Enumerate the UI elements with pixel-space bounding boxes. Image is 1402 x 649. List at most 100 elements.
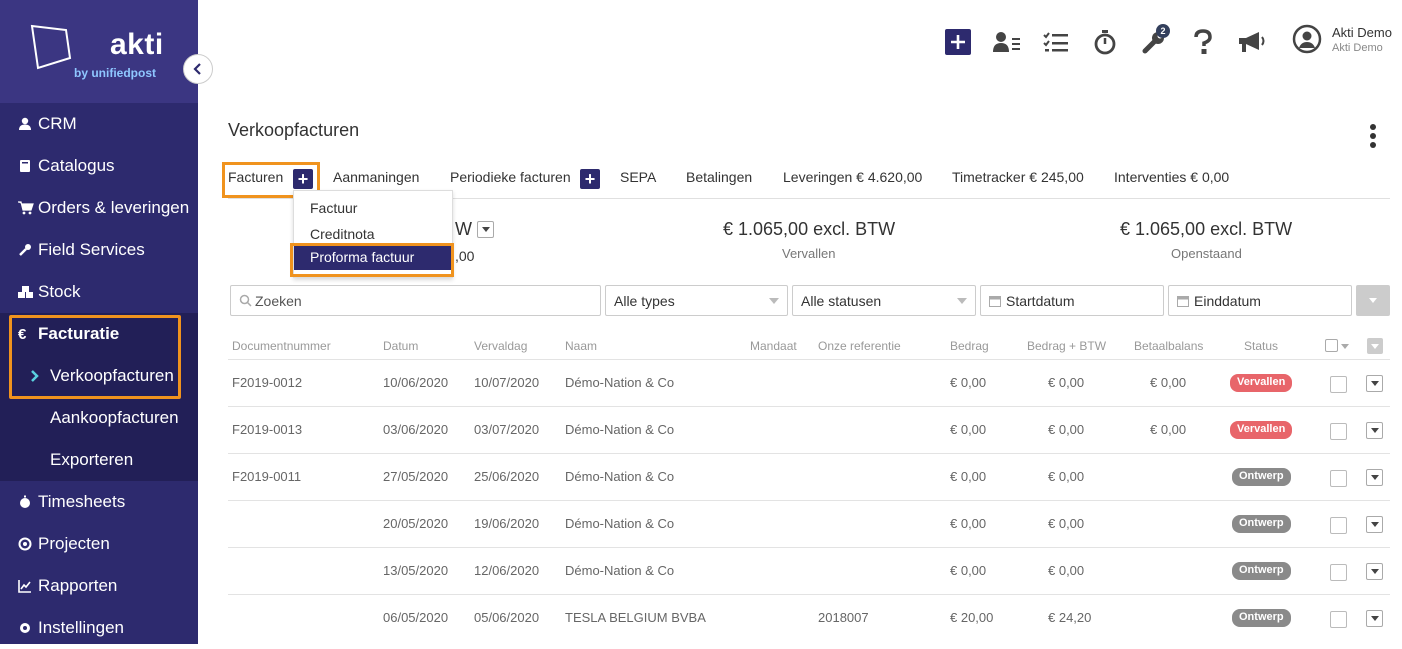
col-datum[interactable]: Datum	[383, 339, 418, 353]
col-naam[interactable]: Naam	[565, 339, 597, 353]
cell-naam: Démo-Nation & Co	[565, 563, 675, 578]
table-row[interactable]: F2019-0012 10/06/2020 10/07/2020 Démo-Natio…	[228, 359, 1390, 406]
table-row[interactable]: 06/05/2020 05/06/2020 TESLA BELGIUM BVBA 20…	[228, 594, 1390, 641]
status-select-value: Alle statusen	[801, 292, 882, 309]
announcements-button[interactable]	[1236, 26, 1268, 58]
row-actions-button[interactable]	[1366, 469, 1383, 486]
sidebar-item-label: CRM	[38, 114, 77, 133]
row-checkbox[interactable]	[1330, 376, 1347, 393]
dropdown-item-factuur[interactable]: Factuur	[310, 200, 357, 216]
select-all-checkbox[interactable]	[1325, 339, 1338, 352]
more-options-button[interactable]	[1368, 124, 1378, 150]
chevron-left-icon	[193, 63, 201, 75]
caret-down-icon	[769, 298, 779, 304]
col-status[interactable]: Status	[1244, 339, 1278, 353]
table-row[interactable]: 20/05/2020 19/06/2020 Démo-Nation & Co € 0,…	[228, 500, 1390, 547]
sidebar-item-aankoopfacturen[interactable]: Aankoopfacturen	[0, 397, 198, 439]
tools-button[interactable]: 2	[1138, 24, 1170, 58]
tab-facturen[interactable]: Facturen	[228, 169, 283, 185]
row-actions-button[interactable]	[1366, 563, 1383, 580]
col-mandaat[interactable]: Mandaat	[750, 339, 797, 353]
table-row[interactable]: F2019-0013 03/06/2020 03/07/2020 Démo-Natio…	[228, 406, 1390, 453]
end-date-input[interactable]: Einddatum	[1168, 285, 1352, 316]
tab-sepa[interactable]: SEPA	[620, 169, 656, 185]
sidebar-item-exporteren[interactable]: Exporteren	[0, 439, 198, 481]
cell-datum: 27/05/2020	[383, 469, 449, 484]
col-vervaldag[interactable]: Vervaldag	[474, 339, 527, 353]
sidebar-item-orders[interactable]: Orders & leveringen	[0, 187, 198, 229]
tab-betalingen[interactable]: Betalingen	[686, 169, 752, 185]
cell-documentnummer: F2019-0011	[232, 469, 302, 484]
sidebar-item-facturatie[interactable]: € Facturatie	[0, 313, 198, 355]
sidebar: akti by unifiedpost CRM Catalogus Orders…	[0, 0, 213, 644]
table-row[interactable]: 13/05/2020 12/06/2020 Démo-Nation & Co € 0,…	[228, 547, 1390, 594]
sidebar-item-verkoopfacturen[interactable]: Verkoopfacturen	[0, 355, 198, 397]
row-checkbox[interactable]	[1330, 423, 1347, 440]
type-select[interactable]: Alle types	[605, 285, 788, 316]
tab-interventies[interactable]: Interventies € 0,00	[1114, 169, 1229, 185]
sidebar-item-rapporten[interactable]: Rapporten	[0, 565, 198, 607]
col-bedrag[interactable]: Bedrag	[950, 339, 989, 353]
caret-down-icon[interactable]	[1341, 344, 1349, 349]
status-badge: Ontwerp	[1232, 562, 1291, 580]
sidebar-item-timesheets[interactable]: Timesheets	[0, 481, 198, 523]
status-badge: Ontwerp	[1232, 609, 1291, 627]
sidebar-item-crm[interactable]: CRM	[0, 103, 198, 145]
bulk-actions-button[interactable]	[1367, 338, 1383, 354]
tasks-button[interactable]	[1040, 26, 1072, 58]
contacts-button[interactable]	[991, 26, 1023, 58]
sidebar-collapse-button[interactable]	[183, 54, 213, 84]
sidebar-item-catalogus[interactable]: Catalogus	[0, 145, 198, 187]
status-badge: Vervallen	[1230, 421, 1293, 439]
row-checkbox[interactable]	[1330, 470, 1347, 487]
row-checkbox[interactable]	[1330, 611, 1347, 628]
cell-bedrag: € 0,00	[950, 422, 987, 437]
caret-down-icon	[1370, 569, 1379, 574]
akti-logo-icon	[30, 24, 72, 70]
col-betaalbalans[interactable]: Betaalbalans	[1134, 339, 1203, 353]
dropdown-item-creditnota[interactable]: Creditnota	[310, 226, 375, 242]
row-checkbox[interactable]	[1330, 564, 1347, 581]
search-input[interactable]: Zoeken	[230, 285, 601, 316]
calendar-icon	[989, 295, 1001, 307]
sidebar-item-stock[interactable]: Stock	[0, 271, 198, 313]
user-menu[interactable]: Akti Demo Akti Demo	[1292, 24, 1392, 54]
caret-down-icon	[1370, 475, 1379, 480]
table-row[interactable]: F2019-0011 27/05/2020 25/06/2020 Démo-Natio…	[228, 453, 1390, 500]
cell-betaalbalans: € 0,00	[1150, 422, 1187, 437]
add-periodic-invoice-button[interactable]: +	[580, 169, 600, 189]
tab-leveringen[interactable]: Leveringen € 4.620,00	[783, 169, 922, 185]
tab-timetracker[interactable]: Timetracker € 245,00	[952, 169, 1084, 185]
row-checkbox[interactable]	[1330, 517, 1347, 534]
start-date-input[interactable]: Startdatum	[980, 285, 1164, 316]
sidebar-item-field-services[interactable]: Field Services	[0, 229, 198, 271]
col-onze-referentie[interactable]: Onze referentie	[818, 339, 901, 353]
sidebar-item-projecten[interactable]: Projecten	[0, 523, 198, 565]
stat-period-dropdown[interactable]	[477, 221, 494, 238]
cell-datum: 10/06/2020	[383, 375, 449, 390]
tab-aanmaningen[interactable]: Aanmaningen	[333, 169, 419, 185]
status-badge: Vervallen	[1230, 374, 1293, 392]
status-select[interactable]: Alle statusen	[792, 285, 976, 316]
row-actions-button[interactable]	[1366, 375, 1383, 392]
caret-down-icon	[957, 298, 967, 304]
col-documentnummer[interactable]: Documentnummer	[232, 339, 331, 353]
dropdown-item-proforma[interactable]: Proforma factuur	[294, 244, 452, 270]
row-actions-button[interactable]	[1366, 610, 1383, 627]
col-bedrag-btw[interactable]: Bedrag + BTW	[1027, 339, 1106, 353]
notifications-badge: 2	[1156, 24, 1170, 38]
new-invoice-dropdown: Factuur Creditnota Proforma factuur	[293, 190, 453, 278]
row-actions-button[interactable]	[1366, 422, 1383, 439]
add-button[interactable]	[942, 26, 974, 58]
status-badge: Ontwerp	[1232, 515, 1291, 533]
megaphone-icon	[1239, 32, 1265, 52]
tab-periodieke-facturen[interactable]: Periodieke facturen	[450, 169, 571, 185]
brand-tagline: by unifiedpost	[74, 66, 156, 80]
row-actions-button[interactable]	[1366, 516, 1383, 533]
timer-button[interactable]	[1089, 26, 1121, 58]
sidebar-item-instellingen[interactable]: Instellingen	[0, 607, 198, 649]
add-invoice-button[interactable]: +	[293, 169, 313, 189]
cell-documentnummer: F2019-0012	[232, 375, 303, 390]
filter-options-button[interactable]	[1356, 285, 1390, 316]
help-button[interactable]	[1187, 26, 1219, 58]
